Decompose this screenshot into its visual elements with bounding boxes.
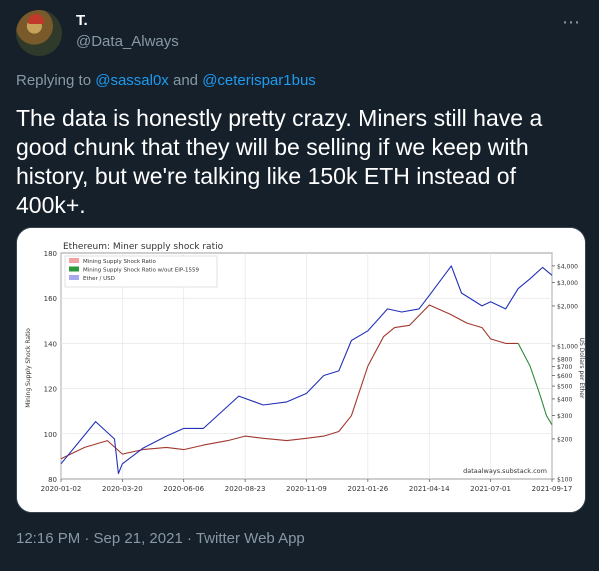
- y2-tick-label: $1,000: [557, 343, 578, 350]
- y2-tick-label: $400: [557, 396, 572, 403]
- legend-swatch: [69, 258, 79, 263]
- y2-tick-label: $200: [557, 436, 572, 443]
- y-tick-label: 80: [48, 476, 57, 484]
- user-handle[interactable]: @Data_Always: [76, 33, 179, 50]
- replying-to-label: Replying to: [16, 72, 92, 89]
- y2-tick-label: $2,000: [557, 303, 578, 310]
- legend: Mining Supply Shock Ratio Mining Supply S…: [64, 255, 218, 288]
- x-tick-label: 2020-11-09: [286, 485, 327, 493]
- y2-tick-label: $3,000: [557, 280, 578, 287]
- x-tick-label: 2020-03-20: [102, 485, 143, 493]
- y-tick-label: 100: [44, 431, 57, 439]
- x-tick-label: 2021-01-26: [348, 485, 389, 493]
- y2-tick-label: $300: [557, 413, 572, 420]
- legend-swatch: [69, 275, 79, 280]
- x-tick-label: 2021-07-01: [470, 485, 511, 493]
- chart-svg: Ethereum: Miner supply shock ratio 80 100…: [17, 228, 585, 512]
- chart-watermark: dataalways.substack.com: [463, 467, 547, 475]
- x-tick-label: 2020-01-02: [41, 485, 82, 493]
- display-name[interactable]: T.: [76, 12, 88, 29]
- y-axis-label: Mining Supply Shock Ratio: [25, 328, 32, 408]
- y-tick-label: 180: [44, 250, 57, 258]
- y-tick-label: 160: [44, 295, 57, 303]
- x-tick-label: 2020-08-23: [225, 485, 266, 493]
- legend-label: Mining Supply Shock Ratio: [83, 259, 157, 265]
- mention-link-2[interactable]: @ceterispar1bus: [202, 72, 316, 89]
- y2-tick-label: $700: [557, 364, 572, 371]
- tweet-timestamp: 12:16 PM · Sep 21, 2021 · Twitter Web Ap…: [16, 530, 305, 547]
- replying-joiner: and: [172, 72, 199, 89]
- x-tick-label: 2021-09-17: [532, 485, 573, 493]
- y2-tick-label: $500: [557, 384, 572, 391]
- y2-tick-label: $4,000: [557, 263, 578, 270]
- mention-link-1[interactable]: @sassal0x: [95, 72, 169, 89]
- y2-axis-label: US Dollars per Ether: [578, 338, 585, 399]
- y-tick-label: 120: [44, 386, 57, 394]
- y2-tick-label: $100: [557, 477, 572, 484]
- tweet-text: The data is honestly pretty crazy. Miner…: [16, 105, 543, 218]
- chart-image[interactable]: Ethereum: Miner supply shock ratio 80 100…: [16, 227, 586, 513]
- ellipsis-icon[interactable]: ⋯: [562, 12, 581, 33]
- avatar[interactable]: [16, 10, 62, 56]
- x-tick-label: 2021-04-14: [409, 485, 450, 493]
- avatar-cap-detail: [28, 14, 44, 24]
- y2-tick-label: $800: [557, 356, 572, 363]
- legend-label: Mining Supply Shock Ratio w/out EIP-1559: [83, 268, 200, 274]
- y2-tick-label: $600: [557, 373, 572, 380]
- x-tick-label: 2020-06-06: [163, 485, 204, 493]
- chart-title: Ethereum: Miner supply shock ratio: [63, 242, 224, 252]
- legend-label: Ether / USD: [83, 276, 115, 282]
- legend-swatch: [69, 266, 79, 272]
- y-tick-label: 140: [44, 340, 57, 348]
- replying-to-line: Replying to @sassal0x and @ceterispar1bu…: [16, 72, 316, 89]
